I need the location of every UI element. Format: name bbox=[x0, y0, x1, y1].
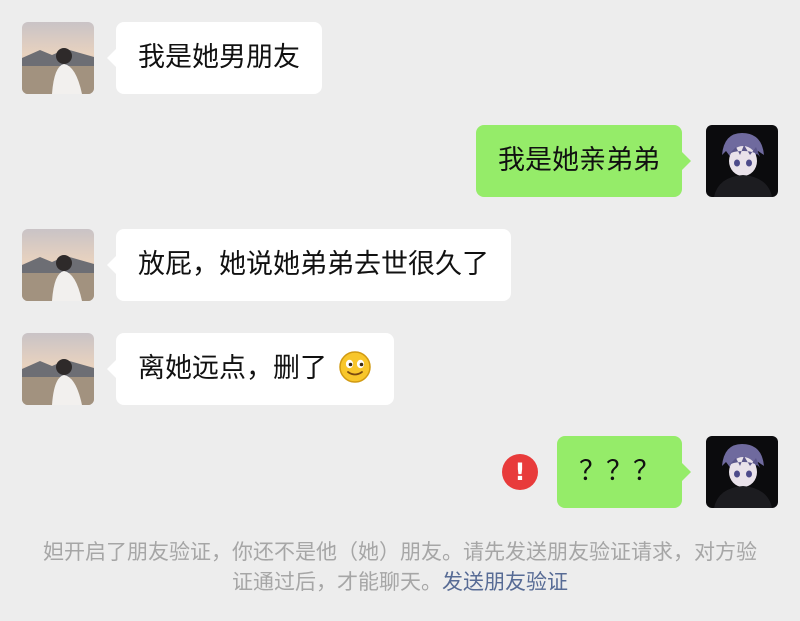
anime-boy-avatar bbox=[706, 125, 778, 197]
contact-avatar[interactable] bbox=[22, 229, 94, 301]
message-bubble[interactable]: 放屁，她说她弟弟去世很久了 bbox=[107, 229, 511, 301]
girl-photo-avatar bbox=[22, 229, 94, 301]
message-bubble[interactable]: 我是她亲弟弟 bbox=[476, 125, 691, 197]
anime-boy-avatar bbox=[706, 436, 778, 508]
send-verification-link[interactable]: 发送朋友验证 bbox=[442, 570, 568, 594]
message-text: 离她远点，删了 bbox=[138, 353, 327, 384]
message-text: 我是她亲弟弟 bbox=[498, 145, 660, 176]
contact-avatar[interactable] bbox=[22, 333, 94, 405]
message-bubble[interactable]: ？？？ bbox=[557, 436, 691, 508]
message-bubble[interactable]: 我是她男朋友 bbox=[107, 22, 322, 94]
message-text: ？？？ bbox=[579, 456, 660, 487]
send-failed-icon[interactable]: ! bbox=[502, 454, 538, 490]
error-mark: ! bbox=[514, 458, 526, 486]
friend-verification-notice: 妲开启了朋友验证，你还不是他（她）朋友。请先发送朋友验证请求，对方验证通过后，才… bbox=[40, 537, 760, 597]
girl-photo-avatar bbox=[22, 333, 94, 405]
smile-emoji-icon bbox=[338, 350, 371, 383]
my-avatar[interactable] bbox=[706, 436, 778, 508]
message-text: 我是她男朋友 bbox=[138, 42, 300, 73]
message-bubble[interactable]: 离她远点，删了 bbox=[107, 333, 394, 405]
notice-text: 妲开启了朋友验证，你还不是他（她）朋友。请先发送朋友验证请求，对方验证通过后，才… bbox=[43, 540, 757, 594]
girl-photo-avatar bbox=[22, 22, 94, 94]
contact-avatar[interactable] bbox=[22, 22, 94, 94]
my-avatar[interactable] bbox=[706, 125, 778, 197]
message-text: 放屁，她说她弟弟去世很久了 bbox=[138, 249, 489, 280]
